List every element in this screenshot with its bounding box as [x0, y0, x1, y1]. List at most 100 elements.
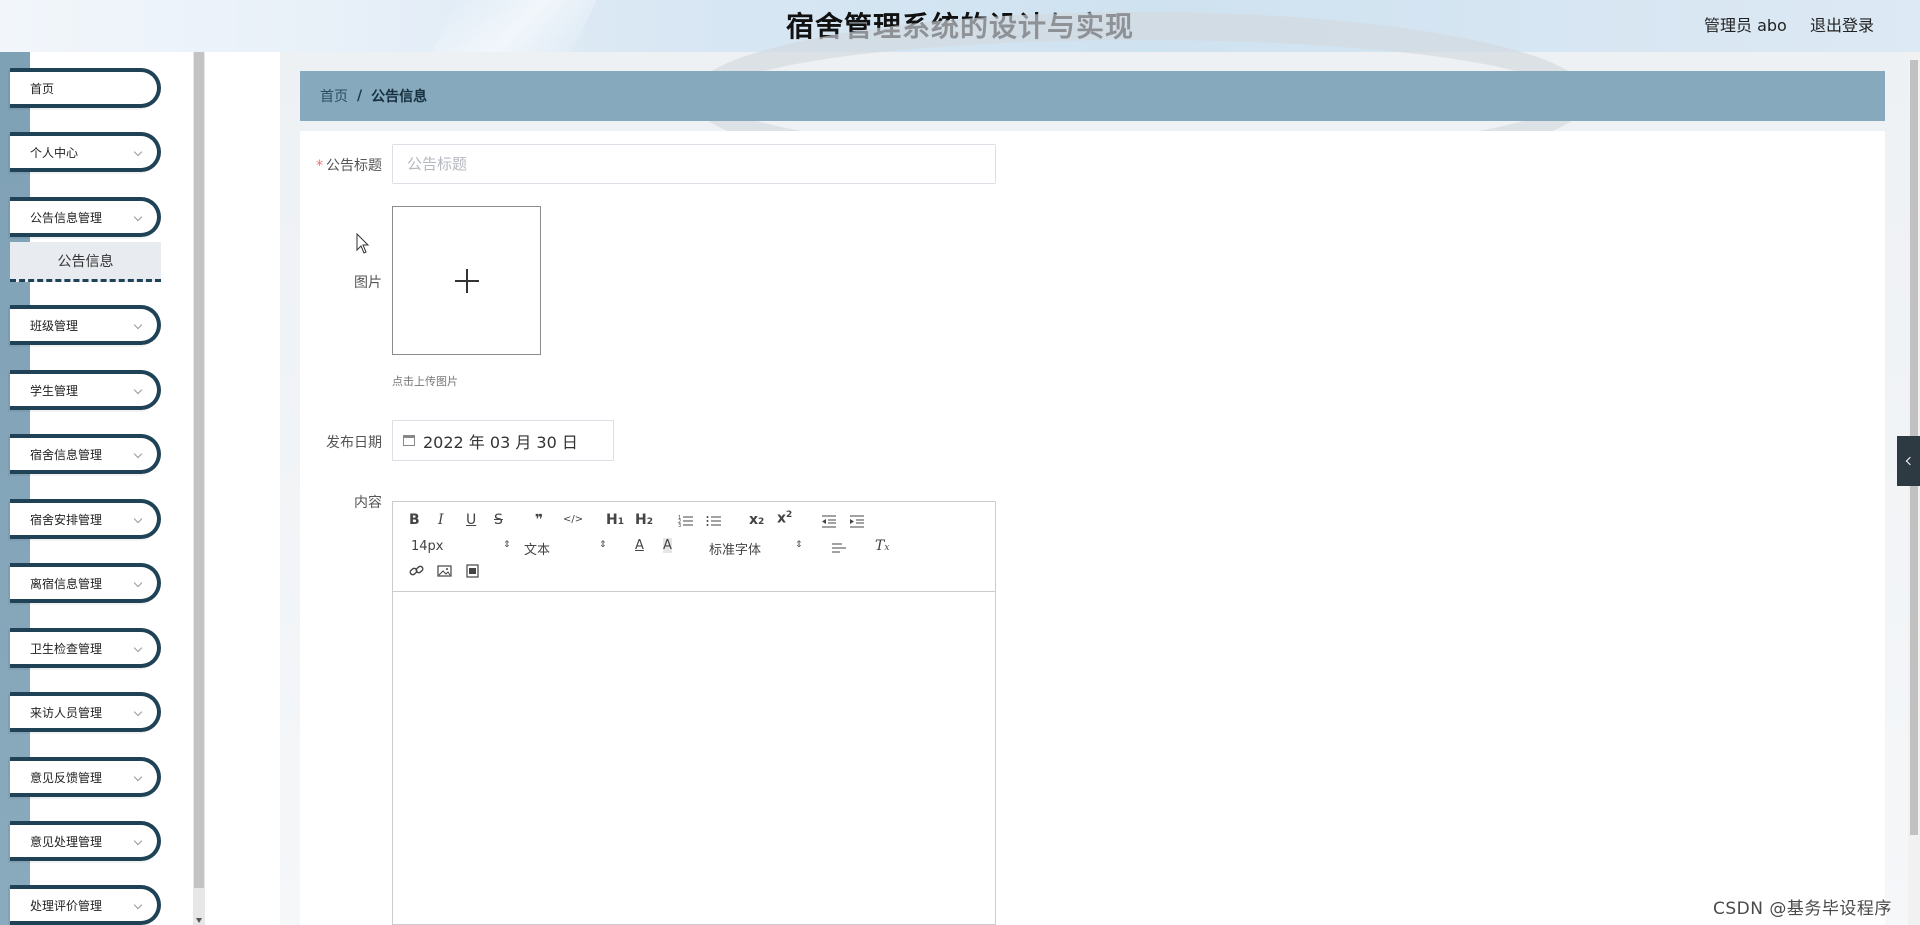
header1-button[interactable]: H1: [606, 512, 624, 528]
chevron-down-icon: [133, 385, 143, 395]
breadcrumb-home[interactable]: 首页: [320, 86, 348, 106]
image-icon[interactable]: [437, 564, 453, 578]
sidebar-item-label: 来访人员管理: [30, 705, 103, 720]
logout-link[interactable]: 退出登录: [1810, 12, 1874, 36]
required-mark: *: [316, 158, 323, 174]
header-select[interactable]: 文本 ⇕: [524, 539, 610, 558]
chevron-down-icon: [133, 836, 143, 846]
updown-icon: ⇕: [503, 540, 511, 550]
link-icon[interactable]: [409, 564, 425, 578]
chevron-down-icon: [133, 147, 143, 157]
sidebar-item-label: 离宿信息管理: [30, 576, 103, 591]
scroll-down-arrow-icon[interactable]: [196, 918, 202, 923]
subscript-button[interactable]: x2: [749, 512, 764, 528]
indent-icon[interactable]: [849, 514, 865, 528]
date-label: 发布日期: [326, 435, 382, 451]
breadcrumb: 首页 / 公告信息: [300, 71, 1885, 121]
chevron-down-icon: [133, 449, 143, 459]
sidebar-item-label: 个人中心: [30, 145, 79, 160]
sidebar-item-dorm-info[interactable]: 宿舍信息管理: [10, 434, 161, 474]
page-scrollbar[interactable]: [1908, 52, 1920, 925]
chevron-down-icon: [133, 212, 143, 222]
clear-format-button[interactable]: Tx: [875, 538, 889, 554]
image-label: 图片: [354, 275, 382, 291]
submenu-item-label: 公告信息: [57, 253, 114, 270]
chevron-down-icon: [133, 772, 143, 782]
ordered-list-icon[interactable]: 1 2 3: [678, 514, 694, 528]
current-user: 管理员 abo: [1704, 16, 1787, 35]
blockquote-button[interactable]: ❞: [535, 512, 543, 528]
breadcrumb-separator: /: [357, 88, 363, 104]
sidebar-item-class-management[interactable]: 班级管理: [10, 305, 161, 345]
sidebar-item-label: 学生管理: [30, 383, 79, 398]
title-label: * 公告标题: [312, 155, 382, 175]
sidebar-item-label: 意见处理管理: [30, 834, 103, 849]
font-size-select[interactable]: 14px ⇕: [411, 539, 511, 554]
sidebar-scrollbar-thumb[interactable]: [194, 52, 204, 888]
calendar-icon: [403, 435, 415, 446]
font-family-select[interactable]: 标准字体 ⇕: [709, 539, 805, 558]
sidebar-item-label: 宿舍安排管理: [30, 512, 103, 527]
sidebar-item-notice-management[interactable]: 公告信息管理: [10, 197, 161, 237]
watermark: CSDN @基务毕设程序: [1713, 899, 1892, 919]
sidebar-item-label: 处理评价管理: [30, 898, 103, 913]
font-color-button[interactable]: A: [635, 538, 644, 553]
header-select-value: 文本: [524, 543, 551, 558]
title-input[interactable]: [392, 144, 996, 184]
font-size-value: 14px: [411, 539, 444, 554]
strike-button[interactable]: S: [494, 512, 503, 528]
sidebar-item-dorm-arrangement[interactable]: 宿舍安排管理: [10, 499, 161, 539]
superscript-button[interactable]: x2: [777, 510, 792, 527]
code-block-button[interactable]: </>: [563, 514, 583, 525]
mouse-cursor-icon: [356, 233, 370, 254]
sidebar-item-hygiene-check[interactable]: 卫生检查管理: [10, 628, 161, 668]
date-picker[interactable]: 2022 年 03 月 30 日: [392, 420, 614, 461]
submenu-item-notice-info[interactable]: 公告信息: [10, 242, 161, 282]
sidebar-item-visitor-management[interactable]: 来访人员管理: [10, 692, 161, 732]
outdent-icon[interactable]: [821, 514, 837, 528]
chevron-down-icon: [133, 320, 143, 330]
font-family-value: 标准字体: [709, 543, 762, 558]
align-icon[interactable]: [831, 542, 847, 554]
sidebar-item-student-management[interactable]: 学生管理: [10, 370, 161, 410]
video-icon[interactable]: [465, 564, 481, 578]
sidebar-item-feedback-processing[interactable]: 意见处理管理: [10, 821, 161, 861]
sidebar-item-label: 宿舍信息管理: [30, 447, 103, 462]
chevron-down-icon: [133, 643, 143, 653]
underline-button[interactable]: U: [466, 512, 476, 528]
sidebar-item-label: 卫生检查管理: [30, 641, 103, 656]
editor-content-area[interactable]: [393, 592, 995, 924]
date-value: 2022 年 03 月 30 日: [423, 432, 578, 452]
title-label-text: 公告标题: [326, 158, 382, 174]
sidebar-item-leave-info[interactable]: 离宿信息管理: [10, 563, 161, 603]
updown-icon: ⇕: [795, 540, 803, 550]
bullet-list-icon[interactable]: [706, 514, 722, 528]
svg-text:3: 3: [678, 523, 681, 528]
sidebar-item-personal-center[interactable]: 个人中心: [10, 132, 161, 172]
sidebar-item-label: 班级管理: [30, 318, 79, 333]
rich-text-editor: B I U S ❞ </> H1 H2 1 2 3 x2 x2 14px ⇕ 文…: [392, 501, 996, 925]
sidebar-item-home[interactable]: 首页: [10, 68, 161, 108]
content-label: 内容: [354, 495, 382, 511]
sidebar-item-processing-review[interactable]: 处理评价管理: [10, 885, 161, 925]
chevron-down-icon: [133, 578, 143, 588]
side-collapse-tab[interactable]: [1897, 436, 1920, 486]
chevron-down-icon: [133, 900, 143, 910]
background-color-button[interactable]: A: [663, 538, 672, 553]
sidebar-scrollbar[interactable]: [193, 52, 205, 925]
bold-button[interactable]: B: [409, 512, 420, 528]
italic-button[interactable]: I: [438, 512, 444, 528]
updown-icon: ⇕: [599, 540, 607, 550]
chevron-down-icon: [133, 707, 143, 717]
sidebar-item-label: 公告信息管理: [30, 210, 103, 225]
sidebar-item-label: 意见反馈管理: [30, 770, 103, 785]
image-upload-box[interactable]: [392, 206, 541, 355]
sidebar-item-label: 首页: [30, 81, 55, 96]
chevron-left-icon: [1905, 456, 1915, 466]
editor-toolbar: B I U S ❞ </> H1 H2 1 2 3 x2 x2 14px ⇕ 文…: [393, 502, 995, 592]
chevron-down-icon: [133, 514, 143, 524]
upload-tip: 点击上传图片: [392, 375, 458, 388]
header2-button[interactable]: H2: [635, 512, 653, 528]
sidebar: 首页 个人中心 公告信息管理 公告信息 班级管理 学生管理 宿舍信息管理 宿舍安…: [0, 52, 205, 925]
sidebar-item-feedback[interactable]: 意见反馈管理: [10, 757, 161, 797]
